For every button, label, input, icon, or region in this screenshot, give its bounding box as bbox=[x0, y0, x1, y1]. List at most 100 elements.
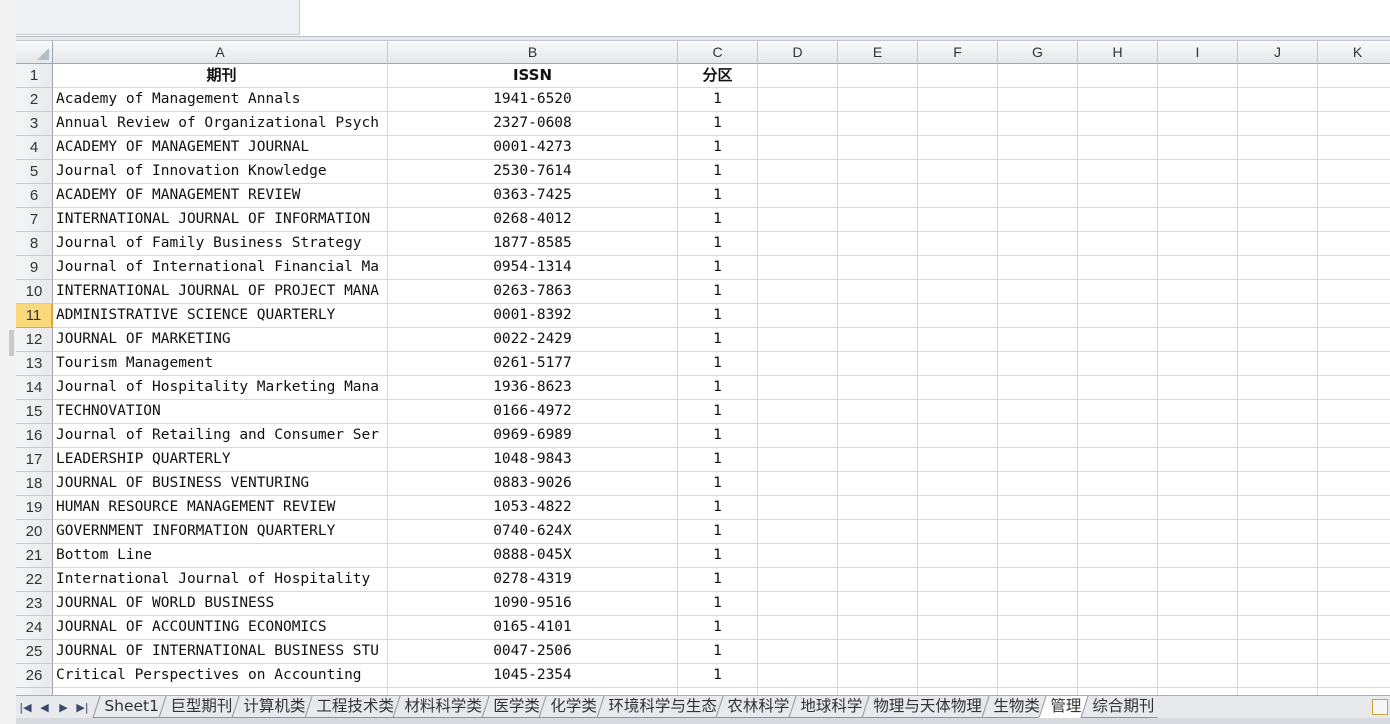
cell-d[interactable] bbox=[758, 328, 838, 352]
cell-j[interactable] bbox=[1238, 616, 1318, 640]
cell-i[interactable] bbox=[1158, 496, 1238, 520]
row-header[interactable]: 5 bbox=[16, 160, 53, 184]
cell-f[interactable] bbox=[918, 136, 998, 160]
cell-j[interactable] bbox=[1238, 520, 1318, 544]
cell-c[interactable]: 1 bbox=[678, 664, 758, 688]
cell-k[interactable] bbox=[1318, 400, 1390, 424]
cell-d[interactable] bbox=[758, 376, 838, 400]
cell-k[interactable] bbox=[1318, 592, 1390, 616]
cell-i[interactable] bbox=[1158, 376, 1238, 400]
cell-e[interactable] bbox=[838, 352, 918, 376]
cell-j[interactable] bbox=[1238, 304, 1318, 328]
cell-h[interactable] bbox=[1078, 424, 1158, 448]
cell-f[interactable] bbox=[918, 664, 998, 688]
cell-k[interactable] bbox=[1318, 472, 1390, 496]
cell-c[interactable]: 1 bbox=[678, 184, 758, 208]
cell-h[interactable] bbox=[1078, 592, 1158, 616]
cell-b[interactable]: 1045-2354 bbox=[388, 664, 678, 688]
cell-c[interactable]: 1 bbox=[678, 496, 758, 520]
cell-j[interactable] bbox=[1238, 640, 1318, 664]
header-cell-k[interactable] bbox=[1318, 64, 1390, 88]
cell-i[interactable] bbox=[1158, 472, 1238, 496]
cell-e[interactable] bbox=[838, 688, 918, 695]
cell-g[interactable] bbox=[998, 592, 1078, 616]
cell-k[interactable] bbox=[1318, 376, 1390, 400]
cell-a[interactable]: Critical Perspectives on Accounting bbox=[53, 664, 388, 688]
cell-e[interactable] bbox=[838, 472, 918, 496]
cell-e[interactable] bbox=[838, 136, 918, 160]
cell-g[interactable] bbox=[998, 112, 1078, 136]
cell-k[interactable] bbox=[1318, 688, 1390, 695]
cell-h[interactable] bbox=[1078, 136, 1158, 160]
cell-g[interactable] bbox=[998, 88, 1078, 112]
cell-d[interactable] bbox=[758, 400, 838, 424]
cell-b[interactable]: 1053-4822 bbox=[388, 496, 678, 520]
sheet-tab[interactable]: 地球科学 bbox=[788, 696, 873, 718]
cell-b[interactable]: 1877-8585 bbox=[388, 232, 678, 256]
header-cell-b[interactable]: ISSN bbox=[388, 64, 678, 88]
cell-g[interactable] bbox=[998, 496, 1078, 520]
cell-j[interactable] bbox=[1238, 688, 1318, 695]
cell-i[interactable] bbox=[1158, 232, 1238, 256]
pane-splitter-mark[interactable] bbox=[9, 330, 14, 356]
cell-b[interactable]: 0268-4012 bbox=[388, 208, 678, 232]
header-cell-g[interactable] bbox=[998, 64, 1078, 88]
cell-j[interactable] bbox=[1238, 136, 1318, 160]
cell-g[interactable] bbox=[998, 304, 1078, 328]
cell-h[interactable] bbox=[1078, 112, 1158, 136]
column-header-f[interactable]: F bbox=[918, 41, 998, 64]
cell-c[interactable]: 1 bbox=[678, 160, 758, 184]
sheet-tab[interactable]: 材料科学类 bbox=[392, 696, 493, 718]
row-header[interactable]: 18 bbox=[16, 472, 53, 496]
cell-g[interactable] bbox=[998, 280, 1078, 304]
cell-i[interactable] bbox=[1158, 544, 1238, 568]
cell-d[interactable] bbox=[758, 88, 838, 112]
cell-b[interactable]: 2530-7614 bbox=[388, 160, 678, 184]
cell-k[interactable] bbox=[1318, 520, 1390, 544]
cell-d[interactable] bbox=[758, 352, 838, 376]
cell-k[interactable] bbox=[1318, 160, 1390, 184]
cell-k[interactable] bbox=[1318, 448, 1390, 472]
cell-a[interactable]: HUMAN RESOURCE MANAGEMENT REVIEW bbox=[53, 496, 388, 520]
cell-f[interactable] bbox=[918, 616, 998, 640]
cell-j[interactable] bbox=[1238, 496, 1318, 520]
cell-c[interactable]: 1 bbox=[678, 448, 758, 472]
cell-a[interactable]: JOURNAL OF INTERNATIONAL BUSINESS STU bbox=[53, 640, 388, 664]
cell-a[interactable]: Tourism Management bbox=[53, 352, 388, 376]
cell-h[interactable] bbox=[1078, 664, 1158, 688]
cell-i[interactable] bbox=[1158, 160, 1238, 184]
cell-h[interactable] bbox=[1078, 616, 1158, 640]
cell-j[interactable] bbox=[1238, 184, 1318, 208]
cell-d[interactable] bbox=[758, 448, 838, 472]
row-header[interactable]: 20 bbox=[16, 520, 53, 544]
cell-k[interactable] bbox=[1318, 88, 1390, 112]
cell-f[interactable] bbox=[918, 424, 998, 448]
cell-k[interactable] bbox=[1318, 352, 1390, 376]
cell-i[interactable] bbox=[1158, 592, 1238, 616]
cell-k[interactable] bbox=[1318, 232, 1390, 256]
cell-h[interactable] bbox=[1078, 160, 1158, 184]
column-header-j[interactable]: J bbox=[1238, 41, 1318, 64]
cell-g[interactable] bbox=[998, 136, 1078, 160]
cell-k[interactable] bbox=[1318, 568, 1390, 592]
cell-c[interactable]: 1 bbox=[678, 328, 758, 352]
row-header[interactable]: 3 bbox=[16, 112, 53, 136]
cell-i[interactable] bbox=[1158, 400, 1238, 424]
cell-e[interactable] bbox=[838, 160, 918, 184]
cell-a[interactable]: Journal of Family Business Strategy bbox=[53, 232, 388, 256]
cell-g[interactable] bbox=[998, 688, 1078, 695]
cell-d[interactable] bbox=[758, 112, 838, 136]
row-header[interactable]: 8 bbox=[16, 232, 53, 256]
cell-h[interactable] bbox=[1078, 184, 1158, 208]
cell-f[interactable] bbox=[918, 232, 998, 256]
cell-f[interactable] bbox=[918, 88, 998, 112]
cell-h[interactable] bbox=[1078, 352, 1158, 376]
cell-a[interactable]: INTERNATIONAL JOURNAL OF PROJECT MANA bbox=[53, 280, 388, 304]
cell-a[interactable]: INTERNATIONAL JOURNAL OF INFORMATION bbox=[53, 208, 388, 232]
cell-g[interactable] bbox=[998, 256, 1078, 280]
cell-j[interactable] bbox=[1238, 664, 1318, 688]
cell-d[interactable] bbox=[758, 184, 838, 208]
cell-e[interactable] bbox=[838, 664, 918, 688]
cell-g[interactable] bbox=[998, 568, 1078, 592]
cell-k[interactable] bbox=[1318, 280, 1390, 304]
